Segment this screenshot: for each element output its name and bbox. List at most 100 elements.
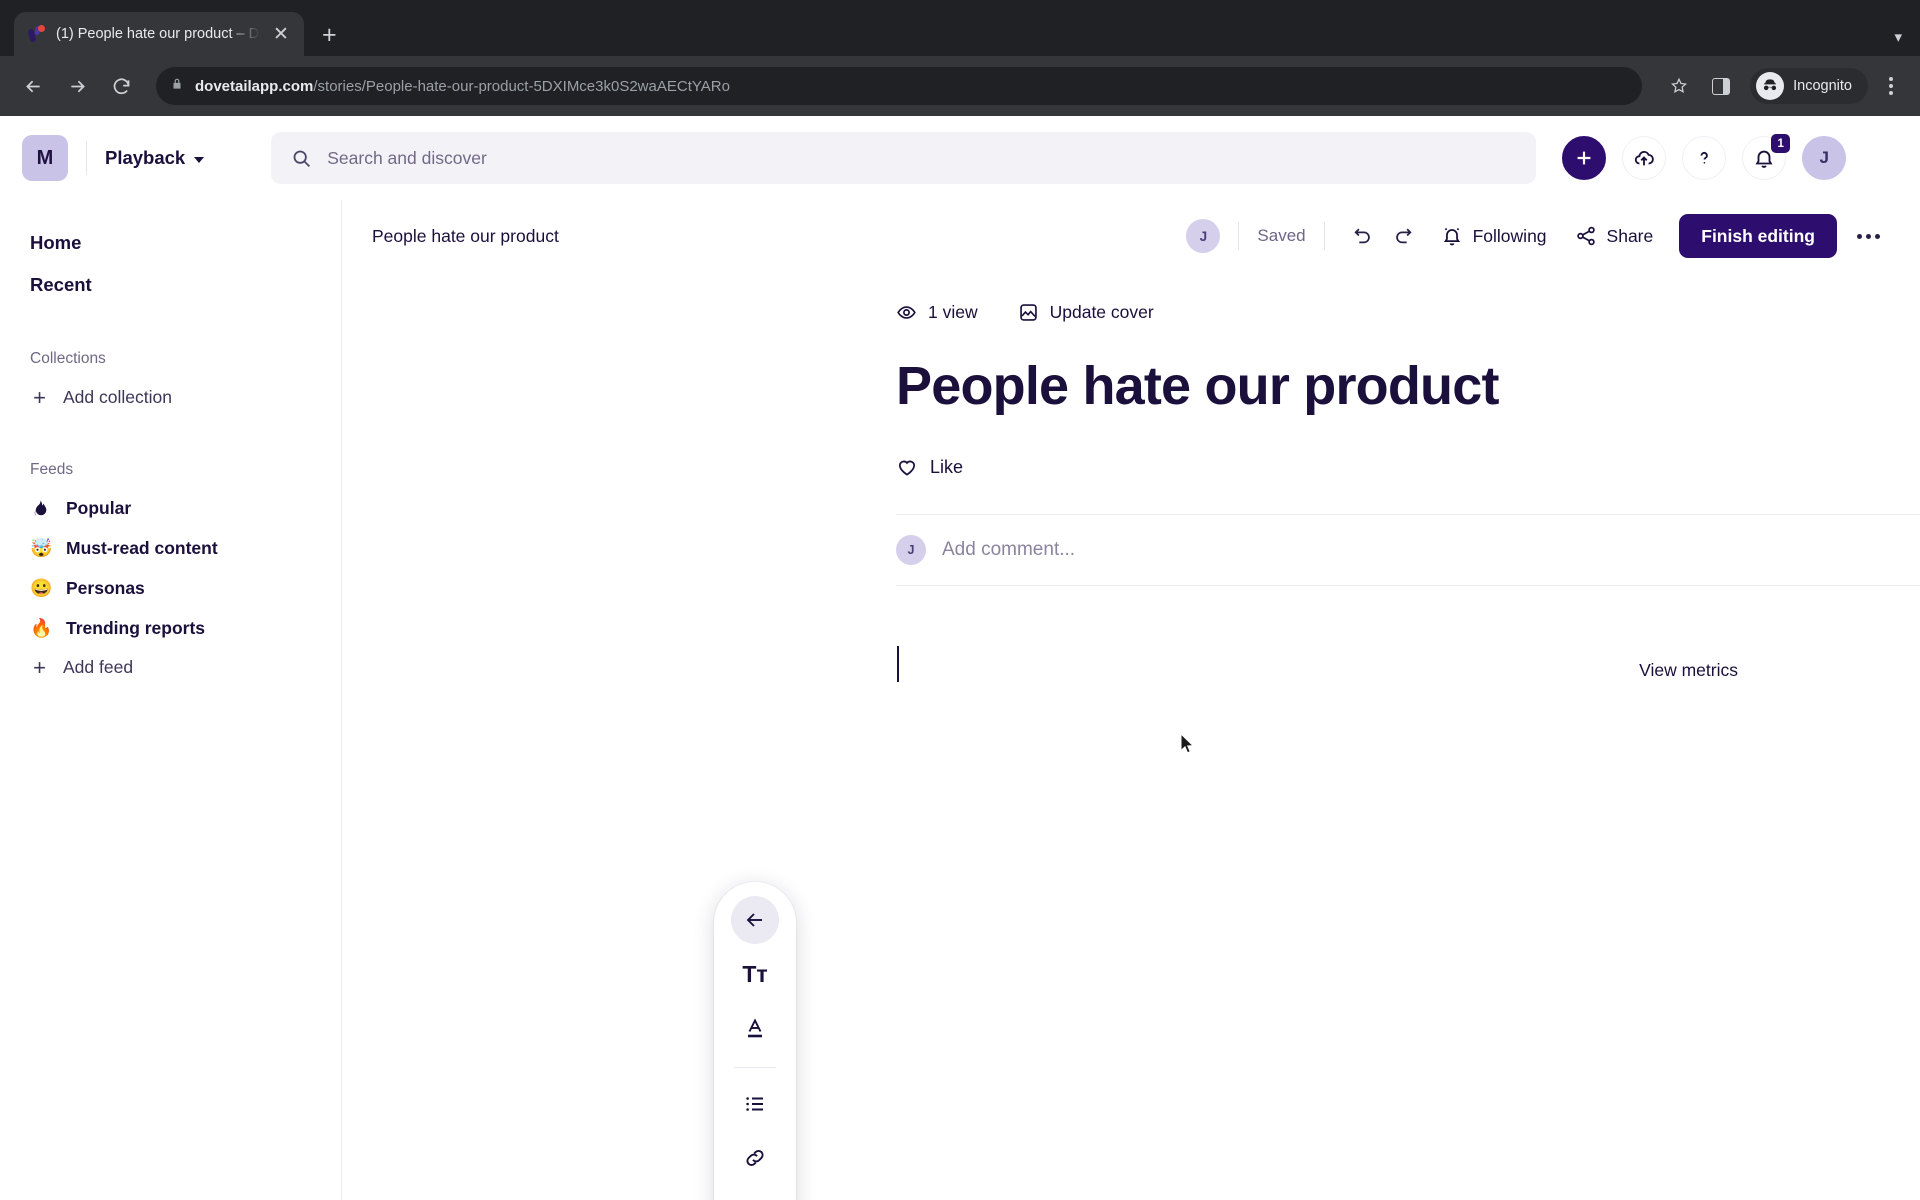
upload-button[interactable] <box>1622 136 1667 180</box>
reload-icon[interactable] <box>102 67 140 105</box>
finish-editing-button[interactable]: Finish editing <box>1679 214 1837 258</box>
like-button[interactable]: Like <box>896 456 963 478</box>
sidebar-item-trending-reports[interactable]: 🔥 Trending reports <box>0 608 341 648</box>
following-button[interactable]: Following <box>1431 216 1557 256</box>
app-root: M Playback Search and discover 1 J Home … <box>0 116 1920 1200</box>
redo-button[interactable] <box>1383 216 1423 256</box>
eye-icon <box>897 306 916 319</box>
view-metrics-button[interactable]: View metrics <box>1639 660 1738 681</box>
sidebar-item-label: Personas <box>66 577 145 598</box>
like-label: Like <box>930 456 964 477</box>
sidebar-item-popular[interactable]: Popular <box>0 489 341 528</box>
search-placeholder: Search and discover <box>327 147 487 168</box>
mention-icon[interactable] <box>731 1188 779 1200</box>
project-selector[interactable]: Playback <box>105 147 205 169</box>
update-cover-label: Update cover <box>1049 302 1154 322</box>
sidebar-item-personas[interactable]: 😀 Personas <box>0 568 341 608</box>
fire-emoji-icon: 🔥 <box>30 618 53 638</box>
add-feed-button[interactable]: + Add feed <box>0 648 341 687</box>
document-meta: 1 view Update cover <box>896 302 1920 323</box>
plus-icon <box>1577 151 1591 165</box>
add-collection-button[interactable]: + Add collection <box>0 378 341 417</box>
sidebar-item-recent[interactable]: Recent <box>0 264 341 306</box>
format-toolbar: Tᴛ <box>714 882 796 1200</box>
avatar[interactable]: J <box>1802 136 1847 180</box>
new-tab-button[interactable]: + <box>322 23 337 48</box>
toolbar-divider <box>1238 222 1240 250</box>
dovetail-logo-icon <box>27 25 46 43</box>
cloud-upload-icon <box>1635 150 1655 166</box>
plus-icon: + <box>33 385 46 410</box>
update-cover-button[interactable]: Update cover <box>1018 302 1154 323</box>
link-icon[interactable] <box>731 1134 779 1182</box>
view-count[interactable]: 1 view <box>896 302 978 323</box>
address-input[interactable]: dovetailapp.com/stories/People-hate-our-… <box>156 67 1643 105</box>
mouse-cursor <box>1180 733 1195 754</box>
search-icon <box>293 150 311 167</box>
workspace-logo[interactable]: M <box>22 135 68 181</box>
sidebar-item-label: Must-read content <box>66 537 218 558</box>
notification-badge: 1 <box>1771 134 1791 153</box>
back-arrow-icon[interactable] <box>731 896 779 944</box>
sidebar-item-label: Trending reports <box>66 617 206 638</box>
heart-icon <box>898 461 916 477</box>
add-feed-label: Add feed <box>63 657 134 677</box>
back-arrow-icon[interactable] <box>14 67 52 105</box>
notifications-button[interactable]: 1 <box>1742 134 1791 180</box>
sidebar-item-home[interactable]: Home <box>0 222 341 264</box>
search-input[interactable]: Search and discover <box>271 132 1537 184</box>
bell-icon <box>1443 227 1460 246</box>
browser-tab[interactable]: (1) People hate our product – D ✕ <box>14 12 304 56</box>
app-body: Home Recent Collections + Add collection… <box>0 200 1920 1200</box>
redo-icon <box>1395 228 1412 244</box>
tab-strip: (1) People hate our product – D ✕ + ▾ <box>0 0 1920 56</box>
browser-window: (1) People hate our product – D ✕ + ▾ do… <box>0 0 1920 1200</box>
text-caret <box>897 646 899 683</box>
text-size-icon[interactable]: Tᴛ <box>731 950 779 998</box>
sidebar-section-feeds: Feeds <box>30 461 74 478</box>
chevron-down-icon[interactable]: ▾ <box>1894 28 1902 46</box>
main-content: People hate our product J Saved Followin… <box>342 200 1920 1200</box>
breadcrumb[interactable]: People hate our product <box>372 226 559 247</box>
comment-placeholder: Add comment... <box>942 539 1076 561</box>
toolbar-divider <box>734 1067 776 1068</box>
header-divider <box>86 141 87 175</box>
share-label: Share <box>1606 225 1654 246</box>
comment-input[interactable]: J Add comment... <box>896 514 1920 587</box>
view-count-label: 1 view <box>928 302 978 322</box>
bookmark-star-icon[interactable] <box>1660 67 1698 105</box>
help-icon <box>1700 152 1709 164</box>
toolbar-divider <box>1323 222 1325 250</box>
forward-arrow-icon[interactable] <box>58 67 96 105</box>
url-host: dovetailapp.com <box>195 77 314 95</box>
avatar: J <box>896 535 926 566</box>
tab-title: (1) People hate our product – D <box>56 26 260 42</box>
incognito-indicator[interactable]: Incognito <box>1750 68 1868 104</box>
document-area: 1 view Update cover People hate our prod… <box>342 302 1920 683</box>
following-label: Following <box>1472 225 1547 246</box>
help-button[interactable] <box>1682 136 1727 180</box>
more-options-button[interactable] <box>1845 216 1892 256</box>
close-icon[interactable]: ✕ <box>270 25 292 44</box>
image-icon <box>1019 304 1037 321</box>
create-button[interactable] <box>1562 136 1607 180</box>
page-title: People hate our product <box>896 356 1499 416</box>
sidebar-item-must-read-content[interactable]: 🤯 Must-read content <box>0 528 341 568</box>
project-name: Playback <box>105 147 186 168</box>
add-collection-label: Add collection <box>63 387 172 407</box>
bullet-list-icon[interactable] <box>731 1080 779 1128</box>
incognito-label: Incognito <box>1793 78 1852 94</box>
incognito-icon <box>1756 72 1785 100</box>
share-button[interactable]: Share <box>1565 216 1664 256</box>
text-color-icon[interactable] <box>731 1004 779 1052</box>
save-status: Saved <box>1257 226 1306 245</box>
side-panel-icon[interactable] <box>1702 67 1740 105</box>
browser-menu-icon[interactable] <box>1876 77 1906 95</box>
document-toolbar: People hate our product J Saved Followin… <box>342 200 1920 272</box>
app-header: M Playback Search and discover 1 J <box>0 116 1920 200</box>
sidebar: Home Recent Collections + Add collection… <box>0 200 342 1200</box>
collaborator-avatar[interactable]: J <box>1186 219 1221 253</box>
chevron-down-icon <box>194 156 205 163</box>
undo-button[interactable] <box>1343 216 1383 256</box>
url-path: /stories/People-hate-our-product-5DXIMce… <box>313 77 730 95</box>
